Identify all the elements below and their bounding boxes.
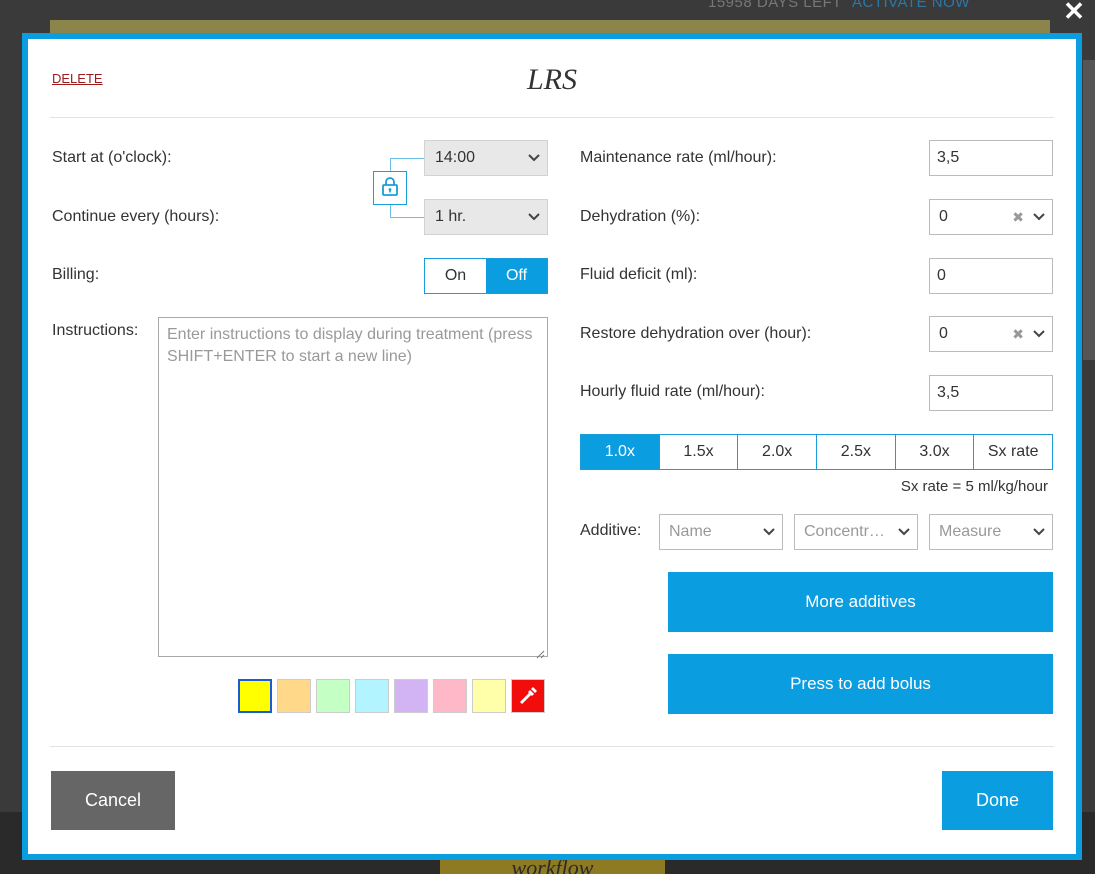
restore-dehydration-label: Restore dehydration over (hour): (580, 325, 812, 342)
rate-button[interactable]: 1.5x (658, 435, 738, 469)
additive-name-select[interactable]: Name (659, 514, 783, 550)
cancel-button[interactable]: Cancel (51, 771, 175, 830)
clear-icon[interactable]: ✖ (1012, 317, 1024, 351)
rate-button[interactable]: 2.5x (816, 435, 895, 469)
swatch-purple[interactable] (394, 679, 428, 713)
swatch-yellow[interactable] (238, 679, 272, 713)
chevron-down-icon (1032, 515, 1046, 549)
additive-measure-value: Measure (939, 523, 1002, 540)
chevron-down-icon (762, 515, 776, 549)
instructions-placeholder: Enter instructions to display during tre… (167, 326, 533, 365)
color-picker-swatch[interactable] (511, 679, 545, 713)
chevron-down-icon (1032, 317, 1046, 351)
color-swatches (238, 679, 545, 713)
lock-icon (381, 176, 399, 201)
rate-button[interactable]: 2.0x (737, 435, 817, 469)
swatch-orange[interactable] (277, 679, 311, 713)
rate-multiplier-bar: 1.0x 1.5x 2.0x 2.5x 3.0x Sx rate (580, 434, 1053, 470)
divider (50, 746, 1054, 747)
billing-off-button[interactable]: Off (486, 259, 547, 293)
additive-name-value: Name (669, 523, 712, 540)
billing-toggle[interactable]: On Off (424, 258, 548, 294)
dialog-title: LRS (526, 63, 577, 96)
continue-every-select[interactable]: 1 hr. (424, 199, 548, 235)
sx-rate-note: Sx rate = 5 ml/kg/hour (900, 478, 1048, 495)
start-at-select[interactable]: 14:00 (424, 140, 548, 176)
continue-every-value: 1 hr. (435, 208, 467, 225)
swatch-light-yellow[interactable] (472, 679, 506, 713)
instructions-label: Instructions: (52, 322, 139, 339)
dehydration-label: Dehydration (%): (580, 208, 701, 225)
additive-concentration-value: Concentr… (804, 523, 885, 540)
billing-on-button[interactable]: On (425, 259, 486, 293)
lock-toggle[interactable] (373, 171, 407, 205)
background-days-left: 15958 DAYS LEFT ACTIVATE NOW (708, 0, 970, 11)
eyedropper-icon (519, 687, 537, 705)
additive-measure-select[interactable]: Measure (929, 514, 1053, 550)
dehydration-value: 0 (939, 208, 948, 225)
billing-label: Billing: (52, 266, 100, 283)
resize-handle-icon[interactable] (535, 644, 545, 659)
continue-every-label: Continue every (hours): (52, 208, 220, 225)
dehydration-select[interactable]: 0 ✖ (929, 199, 1053, 235)
chevron-down-icon (897, 515, 911, 549)
fluid-dialog: DELETE LRS Start at (o'clock): 14:00 Con (22, 33, 1082, 860)
more-additives-button[interactable]: More additives (668, 572, 1053, 632)
rate-button[interactable]: Sx rate (973, 435, 1053, 469)
close-icon[interactable]: ✕ (1063, 0, 1085, 24)
additive-concentration-select[interactable]: Concentr… (794, 514, 918, 550)
maintenance-rate-input[interactable]: 3,5 (929, 140, 1053, 176)
additive-label: Additive: (580, 522, 642, 539)
chevron-down-icon (1032, 200, 1046, 234)
maintenance-rate-label: Maintenance rate (ml/hour): (580, 149, 777, 166)
chevron-down-icon (527, 141, 541, 175)
rate-button[interactable]: 3.0x (894, 435, 974, 469)
restore-dehydration-select[interactable]: 0 ✖ (929, 316, 1053, 352)
restore-dehydration-value: 0 (939, 325, 948, 342)
start-at-value: 14:00 (435, 149, 476, 166)
fluid-deficit-label: Fluid deficit (ml): (580, 266, 698, 283)
add-bolus-button[interactable]: Press to add bolus (668, 654, 1053, 714)
lock-connector-bottom (390, 205, 424, 218)
divider (50, 117, 1054, 118)
lock-connector-top (390, 158, 424, 171)
swatch-cyan[interactable] (355, 679, 389, 713)
chevron-down-icon (527, 200, 541, 234)
hourly-fluid-rate-input[interactable]: 3,5 (929, 375, 1053, 411)
rate-button[interactable]: 1.0x (581, 435, 659, 469)
fluid-deficit-input[interactable]: 0 (929, 258, 1053, 294)
clear-icon[interactable]: ✖ (1012, 200, 1024, 234)
swatch-pink[interactable] (433, 679, 467, 713)
swatch-green[interactable] (316, 679, 350, 713)
start-at-label: Start at (o'clock): (52, 149, 172, 166)
background-sidebar (1083, 60, 1095, 360)
instructions-textarea[interactable]: Enter instructions to display during tre… (158, 317, 548, 659)
hourly-fluid-rate-label: Hourly fluid rate (ml/hour): (580, 383, 765, 400)
done-button[interactable]: Done (942, 771, 1053, 830)
